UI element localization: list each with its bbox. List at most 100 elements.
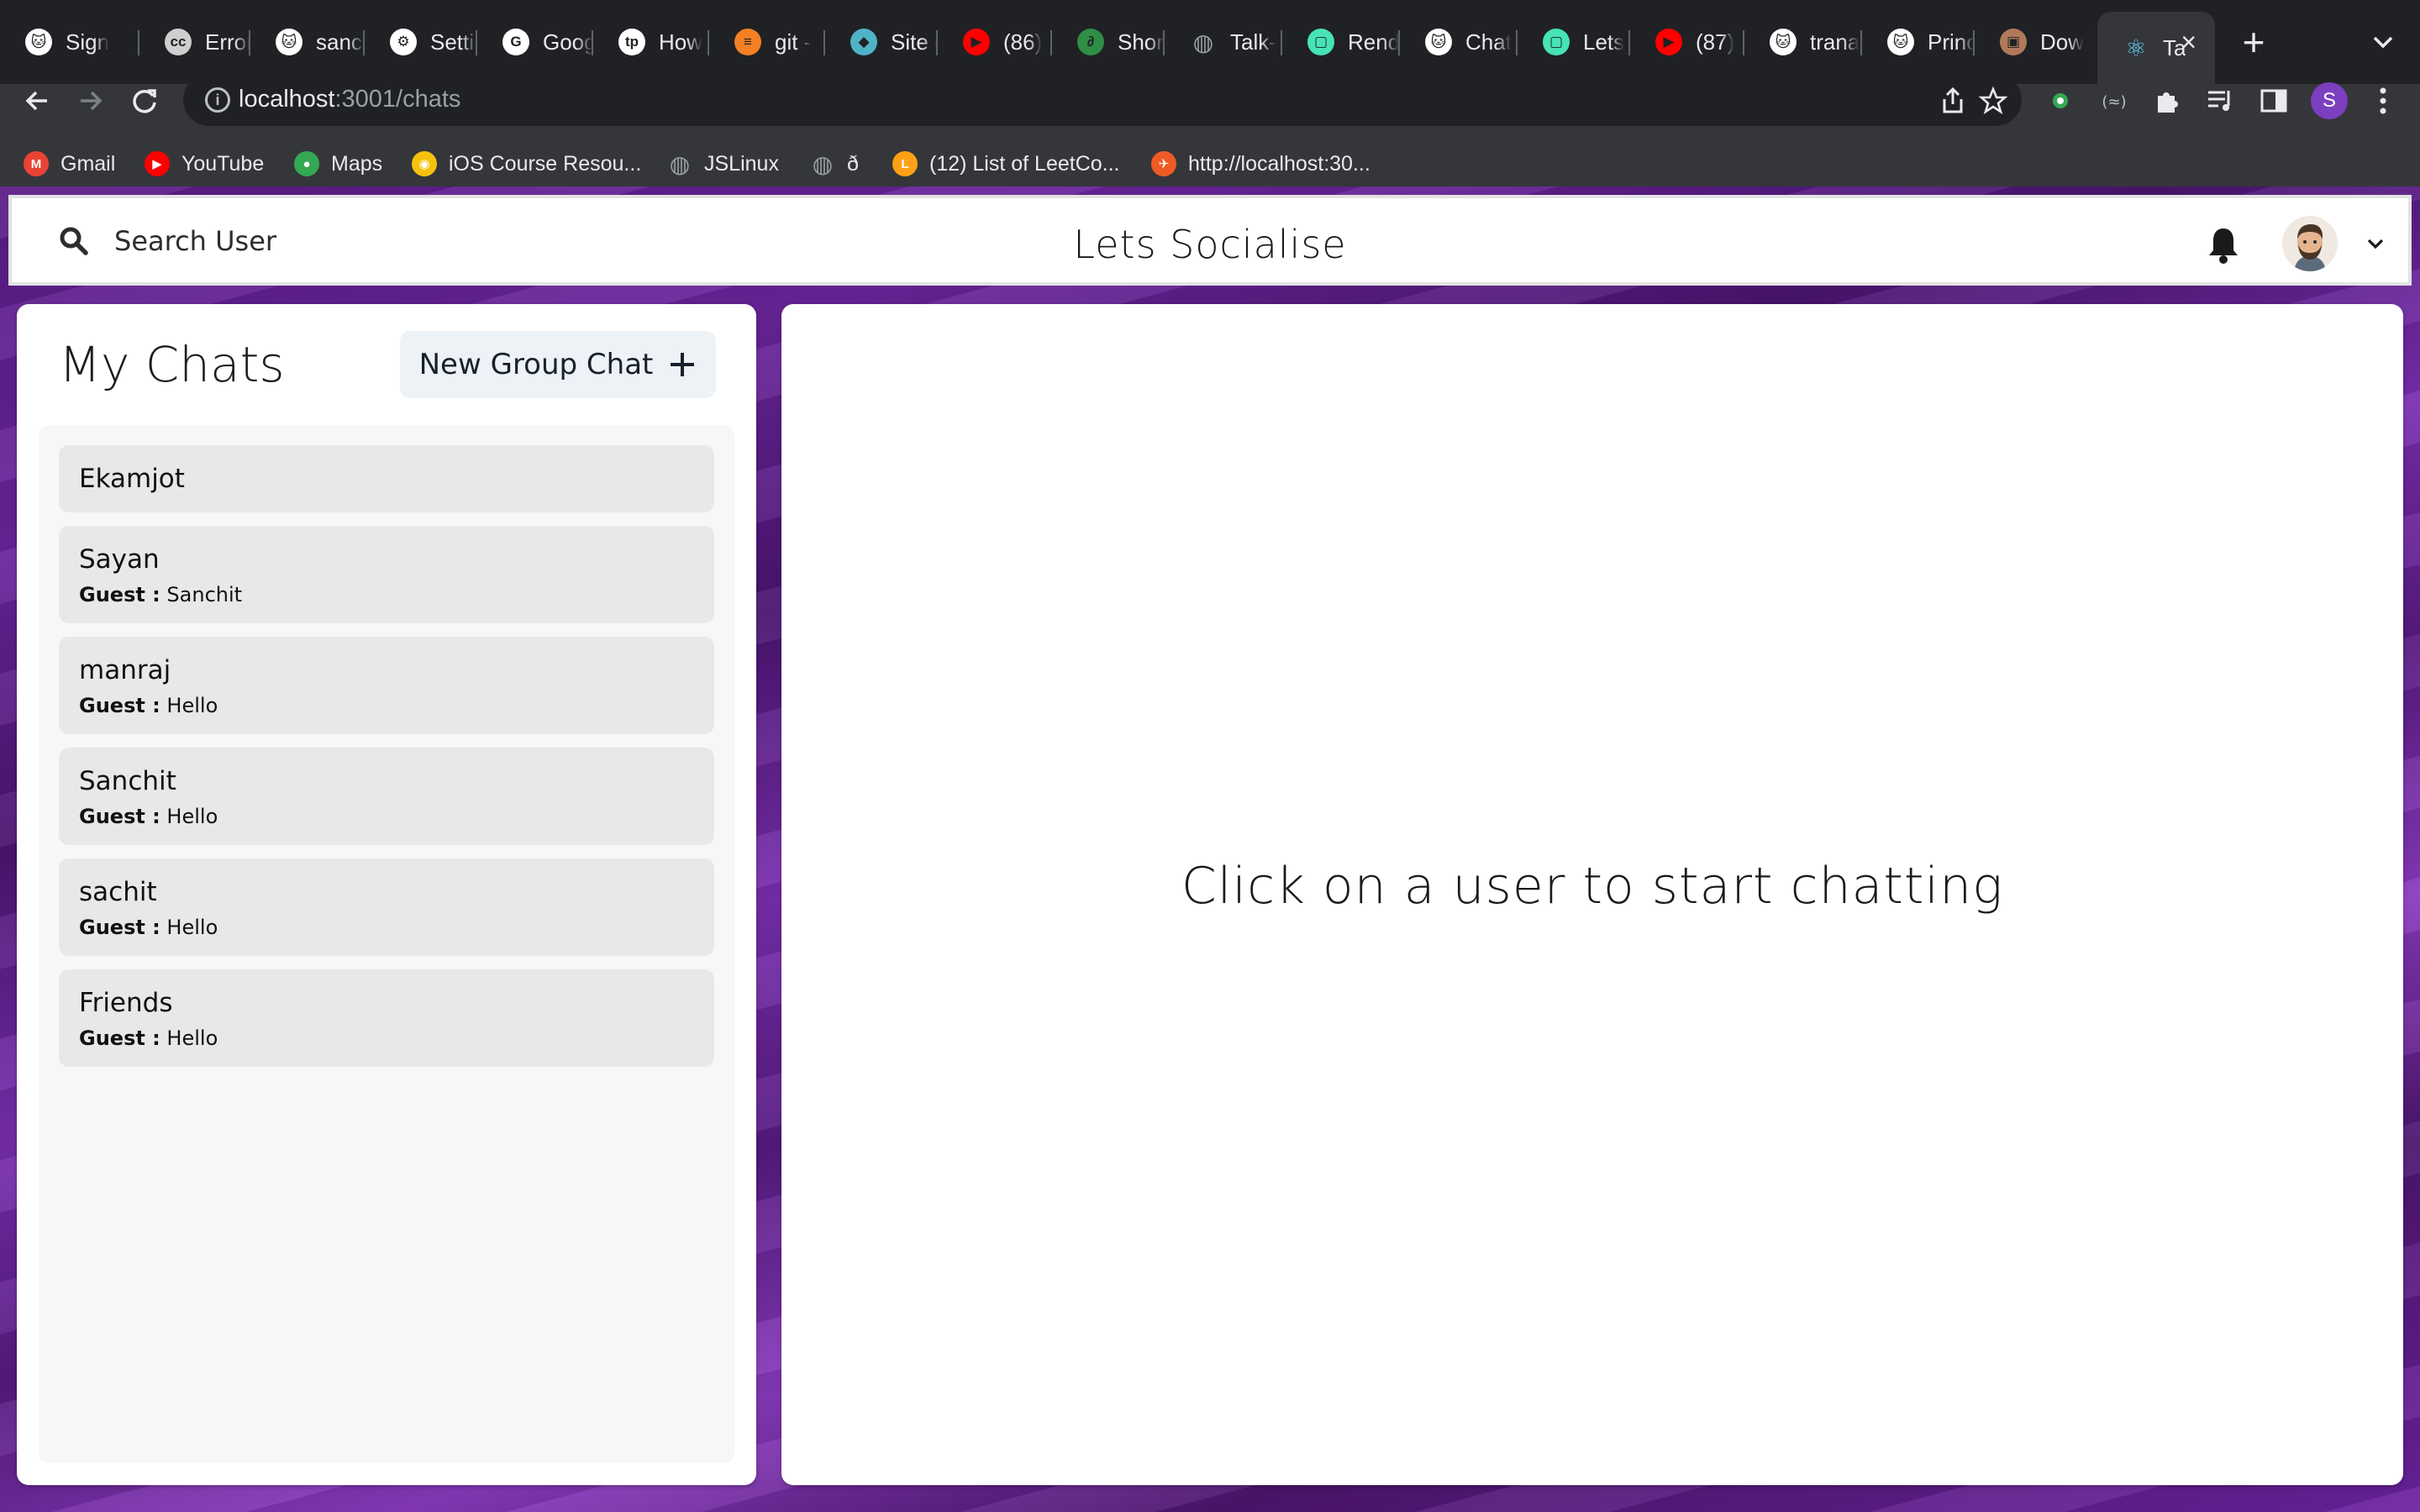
reload-icon[interactable] — [126, 82, 163, 119]
app-header: Search User Lets Socialise — [8, 195, 2412, 286]
chat-name: sachit — [79, 877, 157, 907]
chat-list-item[interactable]: Sayan Guest : Sanchit — [59, 526, 714, 623]
browser-tab[interactable]: ▢ Lets — [1518, 12, 1630, 72]
browser-tab-label: Rend — [1348, 29, 1400, 55]
bookmark-label: Gmail — [60, 151, 116, 176]
browser-tab[interactable]: ≡ git - — [709, 12, 825, 72]
extension-green-icon[interactable] — [2044, 84, 2077, 118]
browser-menu-icon[interactable] — [2371, 82, 2395, 119]
chat-latest-text: Hello — [166, 805, 218, 828]
browser-tab[interactable]: ▶ (86) — [938, 12, 1052, 72]
globe-icon: ◍ — [669, 150, 691, 177]
chat-name: manraj — [79, 655, 171, 685]
bookmarks-bar: M Gmail ▶ YouTube ● Maps ◉ iOS Course Resou... ◍… — [0, 139, 2420, 188]
bookmark-item[interactable]: ◉ iOS Course Resou... — [412, 146, 641, 181]
new-tab-button[interactable]: + — [2235, 20, 2272, 64]
browser-tab[interactable]: G Goog — [477, 12, 593, 72]
chat-list-item[interactable]: Ekamjot — [59, 445, 714, 512]
site-info-icon[interactable]: i — [205, 87, 230, 113]
bookmark-label: YouTube — [182, 151, 265, 176]
bookmark-label: iOS Course Resou... — [449, 151, 642, 176]
notification-bell-icon[interactable] — [2205, 225, 2242, 265]
svg-text:(≈): (≈) — [2102, 93, 2126, 111]
extension-wave-icon[interactable]: (≈) — [2097, 84, 2131, 118]
profile-menu-button[interactable] — [2275, 213, 2391, 274]
chat-list-item[interactable]: Sanchit Guest : Hello — [59, 748, 714, 845]
browser-tab[interactable]: ⚛ Ta × — [2097, 12, 2215, 84]
media-queue-icon[interactable] — [2203, 84, 2237, 118]
chat-latest-message: Guest : Sanchit — [79, 583, 242, 606]
youtube-icon: ▶ — [1655, 29, 1682, 55]
globe-icon: ◍ — [1192, 29, 1214, 55]
empty-chat-message: Click on a user to start chatting — [1181, 857, 2004, 916]
back-arrow-icon[interactable] — [18, 82, 55, 119]
browser-profile-avatar[interactable]: S — [2311, 82, 2348, 119]
browser-tab-label: (86) — [1003, 29, 1043, 55]
browser-tab[interactable]: ▢ Rend — [1282, 12, 1400, 72]
chat-name: Sayan — [79, 544, 160, 575]
browser-tab[interactable]: ◆ Site c — [825, 12, 938, 72]
url-host: localhost — [239, 86, 335, 113]
chat-list-item[interactable]: sachit Guest : Hello — [59, 858, 714, 956]
stackoverflow-icon: ≡ — [734, 29, 761, 55]
bookmark-item[interactable]: ◍ JSLinux — [667, 146, 779, 181]
bookmark-item[interactable]: ▶ YouTube — [145, 146, 264, 181]
github-icon: 🐱 — [1887, 29, 1914, 55]
ios-course-icon: ◉ — [412, 151, 437, 176]
bookmark-label: http://localhost:30... — [1188, 151, 1370, 176]
new-group-chat-button[interactable]: New Group Chat — [400, 331, 716, 398]
chat-latest-sender: Guest : — [79, 1026, 160, 1050]
chat-list: Ekamjot Sayan Guest : Sanchit manraj Guest :… — [39, 425, 734, 1463]
search-icon — [60, 227, 88, 255]
chat-latest-text: Hello — [166, 1026, 218, 1050]
address-bar[interactable]: i localhost:3001/chats — [183, 74, 2022, 126]
image-icon: ▣ — [2000, 29, 2027, 55]
browser-tab[interactable]: 🐱 Princ — [1862, 12, 1975, 72]
browser-tab[interactable]: tp How — [593, 12, 709, 72]
browser-tab[interactable]: ▣ Dow — [1975, 12, 2097, 72]
forward-arrow-icon[interactable] — [72, 82, 109, 119]
chat-latest-message: Guest : Hello — [79, 1026, 218, 1050]
bookmark-label: Maps — [331, 151, 383, 176]
tab-search-chevron-icon[interactable] — [2366, 25, 2400, 59]
render-icon: ▢ — [1543, 29, 1570, 55]
browser-tab[interactable]: 🐱 sanch — [250, 12, 365, 72]
chat-list-item[interactable]: manraj Guest : Hello — [59, 637, 714, 734]
browser-tab-label: Settin — [430, 29, 477, 55]
browser-tab[interactable]: 🐱 Chat — [1400, 12, 1518, 72]
chat-latest-sender: Guest : — [79, 805, 160, 828]
browser-tab[interactable]: ▶ (87) — [1630, 12, 1744, 72]
bookmark-label: JSLinux — [704, 151, 779, 176]
bookmark-item[interactable]: M Gmail — [24, 146, 115, 181]
browser-tab[interactable]: cc Error — [139, 12, 250, 72]
bookmark-item[interactable]: L (12) List of LeetCo... — [892, 146, 1120, 181]
share-icon[interactable] — [1938, 86, 1968, 116]
chat-name: Ekamjot — [79, 464, 185, 494]
close-tab-icon[interactable]: × — [2181, 27, 2196, 57]
google-icon: G — [502, 29, 529, 55]
bookmark-item[interactable]: ◍ ð — [810, 146, 859, 181]
render-icon: ▢ — [1307, 29, 1334, 55]
new-group-chat-label: New Group Chat — [418, 348, 654, 381]
bookmark-item[interactable]: ● Maps — [294, 146, 382, 181]
browser-tab[interactable]: 🐱 Sign — [0, 12, 139, 72]
globe-icon: ◍ — [812, 150, 834, 177]
browser-tab-label: Site c — [891, 29, 938, 55]
extensions-puzzle-icon[interactable] — [2151, 84, 2185, 118]
user-avatar — [2282, 216, 2338, 271]
browser-tab[interactable]: ∂ Short — [1052, 12, 1165, 72]
search-user-button[interactable]: Search User — [42, 213, 293, 269]
bookmark-item[interactable]: ✈ http://localhost:30... — [1151, 146, 1370, 181]
bookmark-star-icon[interactable] — [1978, 86, 2008, 116]
browser-tab[interactable]: ⚙ Settin — [365, 12, 477, 72]
browser-tab-label: Dow — [2040, 29, 2085, 55]
youtube-icon: ▶ — [963, 29, 990, 55]
side-panel-icon[interactable] — [2257, 84, 2291, 118]
url-path: :3001/chats — [334, 86, 461, 113]
url-text[interactable]: localhost:3001/chats — [239, 86, 460, 113]
bookmark-label: (12) List of LeetCo... — [929, 151, 1120, 176]
browser-tab[interactable]: ◍ Talk- — [1165, 12, 1282, 72]
chat-list-item[interactable]: Friends Guest : Hello — [59, 969, 714, 1067]
browser-tab-label: Error — [205, 29, 250, 55]
browser-tab[interactable]: 🐱 trana — [1744, 12, 1862, 72]
